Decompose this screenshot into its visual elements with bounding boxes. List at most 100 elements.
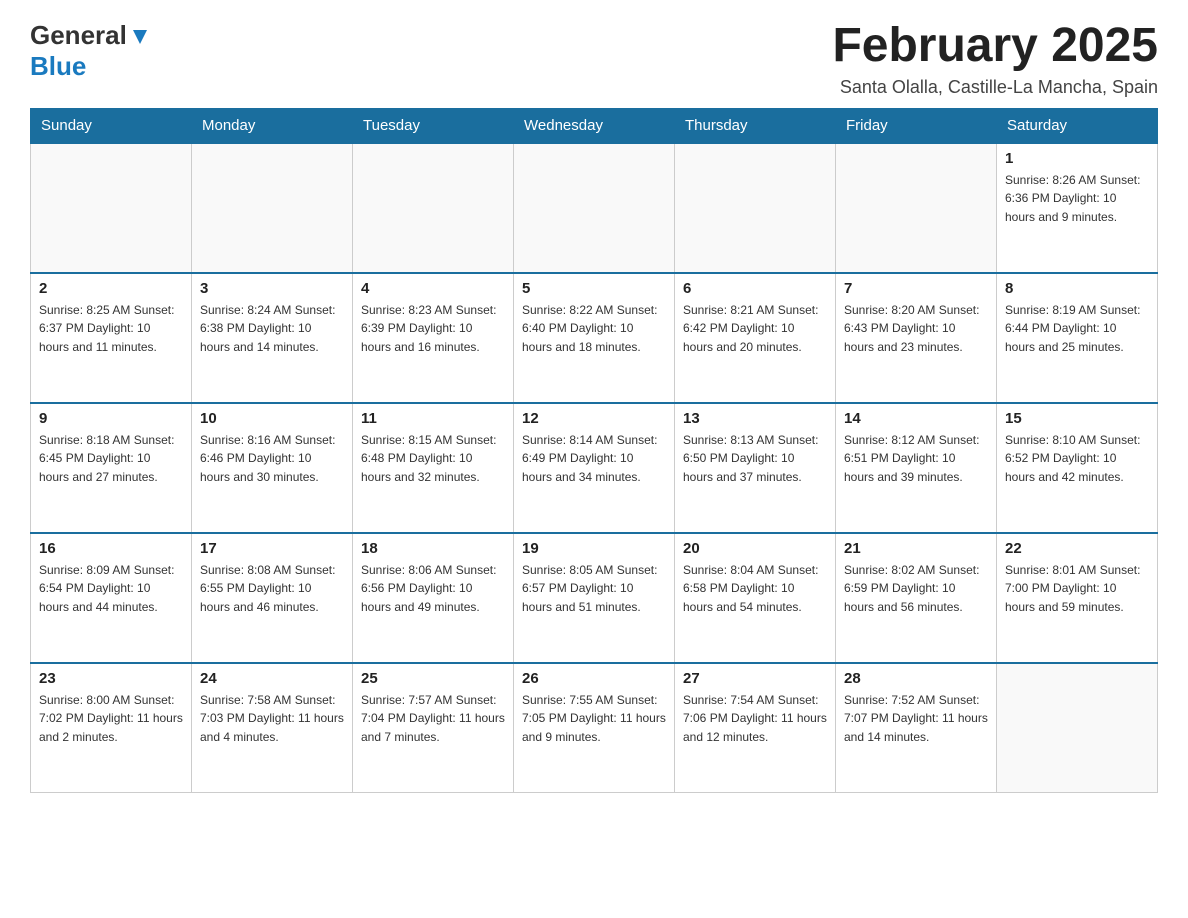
- title-block: February 2025 Santa Olalla, Castille-La …: [832, 20, 1158, 98]
- calendar-cell: 5 Sunrise: 8:22 AM Sunset: 6:40 PM Daylig…: [514, 273, 675, 403]
- month-title: February 2025: [832, 20, 1158, 73]
- day-number: 22: [1005, 540, 1149, 557]
- day-info: Sunrise: 8:04 AM Sunset: 6:58 PM Dayligh…: [683, 561, 827, 617]
- calendar-cell: 17 Sunrise: 8:08 AM Sunset: 6:55 PM Dayli…: [192, 533, 353, 663]
- day-info: Sunrise: 8:16 AM Sunset: 6:46 PM Dayligh…: [200, 431, 344, 487]
- calendar-cell: 3 Sunrise: 8:24 AM Sunset: 6:38 PM Daylig…: [192, 273, 353, 403]
- day-number: 15: [1005, 410, 1149, 427]
- day-info: Sunrise: 8:05 AM Sunset: 6:57 PM Dayligh…: [522, 561, 666, 617]
- day-header-friday: Friday: [836, 108, 997, 143]
- day-info: Sunrise: 8:24 AM Sunset: 6:38 PM Dayligh…: [200, 301, 344, 357]
- calendar-cell: 28Sunrise: 7:52 AM Sunset: 7:07 PM Dayli…: [836, 663, 997, 793]
- day-number: 12: [522, 410, 666, 427]
- day-number: 18: [361, 540, 505, 557]
- day-number: 19: [522, 540, 666, 557]
- calendar-week-row: 23 Sunrise: 8:00 AM Sunset: 7:02 PM Dayli…: [31, 663, 1158, 793]
- day-number: 11: [361, 410, 505, 427]
- calendar-cell: 9 Sunrise: 8:18 AM Sunset: 6:45 PM Daylig…: [31, 403, 192, 533]
- calendar-cell: 24 Sunrise: 7:58 AM Sunset: 7:03 PM Dayli…: [192, 663, 353, 793]
- day-info: Sunrise: 7:52 AM Sunset: 7:07 PM Dayligh…: [844, 691, 988, 747]
- calendar-cell: 26 Sunrise: 7:55 AM Sunset: 7:05 PM Dayli…: [514, 663, 675, 793]
- day-info: Sunrise: 8:19 AM Sunset: 6:44 PM Dayligh…: [1005, 301, 1149, 357]
- calendar-cell: [353, 143, 514, 273]
- calendar-cell: 20 Sunrise: 8:04 AM Sunset: 6:58 PM Dayli…: [675, 533, 836, 663]
- calendar-cell: [192, 143, 353, 273]
- calendar-cell: 11 Sunrise: 8:15 AM Sunset: 6:48 PM Dayli…: [353, 403, 514, 533]
- calendar-cell: 7 Sunrise: 8:20 AM Sunset: 6:43 PM Daylig…: [836, 273, 997, 403]
- calendar-cell: [675, 143, 836, 273]
- day-header-sunday: Sunday: [31, 108, 192, 143]
- day-info: Sunrise: 7:55 AM Sunset: 7:05 PM Dayligh…: [522, 691, 666, 747]
- day-number: 24: [200, 670, 344, 687]
- calendar-cell: 16Sunrise: 8:09 AM Sunset: 6:54 PM Dayli…: [31, 533, 192, 663]
- day-header-saturday: Saturday: [997, 108, 1158, 143]
- day-info: Sunrise: 7:58 AM Sunset: 7:03 PM Dayligh…: [200, 691, 344, 747]
- calendar-cell: 21 Sunrise: 8:02 AM Sunset: 6:59 PM Dayli…: [836, 533, 997, 663]
- calendar-cell: 14 Sunrise: 8:12 AM Sunset: 6:51 PM Dayli…: [836, 403, 997, 533]
- day-number: 7: [844, 280, 988, 297]
- calendar-cell: 25Sunrise: 7:57 AM Sunset: 7:04 PM Dayli…: [353, 663, 514, 793]
- day-number: 1: [1005, 150, 1149, 167]
- day-header-thursday: Thursday: [675, 108, 836, 143]
- day-number: 20: [683, 540, 827, 557]
- calendar-cell: 4 Sunrise: 8:23 AM Sunset: 6:39 PM Daylig…: [353, 273, 514, 403]
- day-info: Sunrise: 8:08 AM Sunset: 6:55 PM Dayligh…: [200, 561, 344, 617]
- day-number: 13: [683, 410, 827, 427]
- day-number: 27: [683, 670, 827, 687]
- day-info: Sunrise: 8:18 AM Sunset: 6:45 PM Dayligh…: [39, 431, 183, 487]
- calendar-cell: 13 Sunrise: 8:13 AM Sunset: 6:50 PM Dayli…: [675, 403, 836, 533]
- calendar-cell: 12 Sunrise: 8:14 AM Sunset: 6:49 PM Dayli…: [514, 403, 675, 533]
- day-number: 17: [200, 540, 344, 557]
- day-number: 21: [844, 540, 988, 557]
- calendar-header-row: SundayMondayTuesdayWednesdayThursdayFrid…: [31, 108, 1158, 143]
- calendar-cell: 19 Sunrise: 8:05 AM Sunset: 6:57 PM Dayli…: [514, 533, 675, 663]
- day-header-monday: Monday: [192, 108, 353, 143]
- calendar-cell: 2Sunrise: 8:25 AM Sunset: 6:37 PM Daylig…: [31, 273, 192, 403]
- calendar-cell: 6 Sunrise: 8:21 AM Sunset: 6:42 PM Daylig…: [675, 273, 836, 403]
- day-info: Sunrise: 8:21 AM Sunset: 6:42 PM Dayligh…: [683, 301, 827, 357]
- calendar-cell: [836, 143, 997, 273]
- day-info: Sunrise: 8:00 AM Sunset: 7:02 PM Dayligh…: [39, 691, 183, 747]
- day-number: 26: [522, 670, 666, 687]
- day-number: 10: [200, 410, 344, 427]
- logo: General Blue: [30, 20, 151, 82]
- day-info: Sunrise: 8:02 AM Sunset: 6:59 PM Dayligh…: [844, 561, 988, 617]
- day-info: Sunrise: 8:09 AM Sunset: 6:54 PM Dayligh…: [39, 561, 183, 617]
- day-info: Sunrise: 8:01 AM Sunset: 7:00 PM Dayligh…: [1005, 561, 1149, 617]
- day-number: 9: [39, 410, 183, 427]
- day-info: Sunrise: 8:15 AM Sunset: 6:48 PM Dayligh…: [361, 431, 505, 487]
- day-number: 6: [683, 280, 827, 297]
- calendar-cell: 18 Sunrise: 8:06 AM Sunset: 6:56 PM Dayli…: [353, 533, 514, 663]
- calendar-cell: [31, 143, 192, 273]
- day-info: Sunrise: 8:12 AM Sunset: 6:51 PM Dayligh…: [844, 431, 988, 487]
- day-info: Sunrise: 7:57 AM Sunset: 7:04 PM Dayligh…: [361, 691, 505, 747]
- calendar-cell: 15 Sunrise: 8:10 AM Sunset: 6:52 PM Dayli…: [997, 403, 1158, 533]
- location-text: Santa Olalla, Castille-La Mancha, Spain: [832, 77, 1158, 98]
- day-info: Sunrise: 8:25 AM Sunset: 6:37 PM Dayligh…: [39, 301, 183, 357]
- calendar-cell: 1Sunrise: 8:26 AM Sunset: 6:36 PM Daylig…: [997, 143, 1158, 273]
- day-number: 8: [1005, 280, 1149, 297]
- day-info: Sunrise: 8:13 AM Sunset: 6:50 PM Dayligh…: [683, 431, 827, 487]
- logo-blue-text: Blue: [30, 51, 86, 81]
- day-info: Sunrise: 8:14 AM Sunset: 6:49 PM Dayligh…: [522, 431, 666, 487]
- day-header-tuesday: Tuesday: [353, 108, 514, 143]
- day-number: 5: [522, 280, 666, 297]
- day-number: 4: [361, 280, 505, 297]
- day-number: 23: [39, 670, 183, 687]
- day-number: 14: [844, 410, 988, 427]
- day-info: Sunrise: 8:10 AM Sunset: 6:52 PM Dayligh…: [1005, 431, 1149, 487]
- calendar-cell: 22 Sunrise: 8:01 AM Sunset: 7:00 PM Dayli…: [997, 533, 1158, 663]
- calendar-cell: [997, 663, 1158, 793]
- calendar-week-row: 16Sunrise: 8:09 AM Sunset: 6:54 PM Dayli…: [31, 533, 1158, 663]
- day-info: Sunrise: 8:20 AM Sunset: 6:43 PM Dayligh…: [844, 301, 988, 357]
- day-info: Sunrise: 8:22 AM Sunset: 6:40 PM Dayligh…: [522, 301, 666, 357]
- calendar-week-row: 1Sunrise: 8:26 AM Sunset: 6:36 PM Daylig…: [31, 143, 1158, 273]
- day-info: Sunrise: 8:23 AM Sunset: 6:39 PM Dayligh…: [361, 301, 505, 357]
- calendar-cell: 8 Sunrise: 8:19 AM Sunset: 6:44 PM Daylig…: [997, 273, 1158, 403]
- day-number: 3: [200, 280, 344, 297]
- day-info: Sunrise: 8:06 AM Sunset: 6:56 PM Dayligh…: [361, 561, 505, 617]
- logo-triangle-icon: [129, 26, 151, 48]
- page-header: General Blue February 2025 Santa Olalla,…: [30, 20, 1158, 98]
- day-header-wednesday: Wednesday: [514, 108, 675, 143]
- calendar-table: SundayMondayTuesdayWednesdayThursdayFrid…: [30, 108, 1158, 794]
